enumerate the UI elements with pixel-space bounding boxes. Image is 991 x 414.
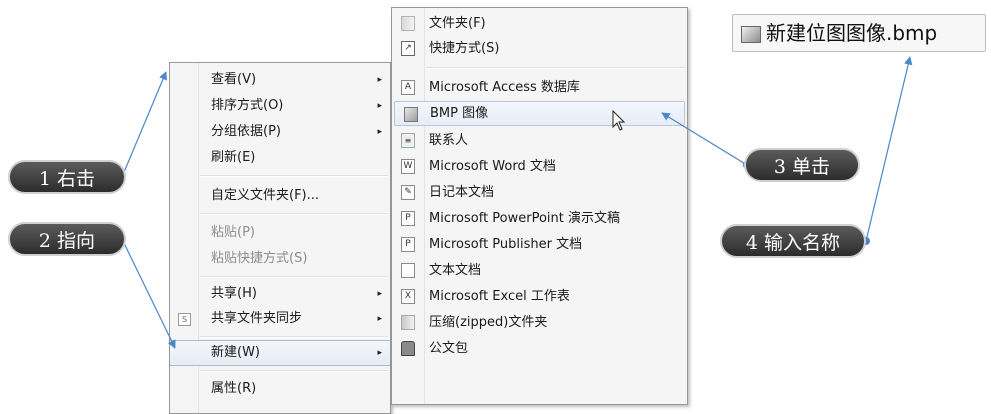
menu-item-shared-folder-sync[interactable]: S 共享文件夹同步 ▸: [170, 306, 390, 332]
menu-separator: [426, 67, 685, 69]
menu-item-properties[interactable]: 属性(R): [170, 376, 390, 402]
submenu-item-label: 文本文档: [429, 263, 482, 278]
bmp-image-icon: [404, 107, 418, 122]
contact-icon: ≡: [401, 133, 415, 148]
submenu-item-text-document[interactable]: 文本文档: [392, 258, 687, 283]
menu-separator: [200, 370, 388, 372]
submenu-item-zip-folder[interactable]: 压缩(zipped)文件夹: [392, 310, 687, 335]
callout-step-1: 1 右击: [8, 160, 126, 194]
submenu-item-folder[interactable]: 文件夹(F): [392, 11, 687, 36]
submenu-item-label: 公文包: [429, 341, 469, 356]
menu-item-paste[interactable]: 粘贴(P): [170, 220, 390, 246]
zip-folder-icon: [401, 315, 415, 330]
submenu-item-label: Microsoft PowerPoint 演示文稿: [429, 211, 621, 226]
submenu-item-label: 日记本文档: [429, 185, 495, 200]
menu-item-customize-folder[interactable]: 自定义文件夹(F)...: [170, 183, 390, 209]
menu-item-new[interactable]: 新建(W) ▸: [170, 340, 390, 366]
submenu-item-shortcut[interactable]: ↗ 快捷方式(S): [392, 36, 687, 61]
callout-step-4: 4 输入名称: [720, 224, 866, 258]
submenu-item-word[interactable]: W Microsoft Word 文档: [392, 154, 687, 179]
submenu-item-label: Microsoft Publisher 文档: [429, 237, 583, 252]
journal-icon: ✎: [401, 185, 415, 200]
submenu-arrow-icon: ▸: [377, 314, 382, 324]
menu-item-paste-shortcut[interactable]: 粘贴快捷方式(S): [170, 246, 390, 272]
context-menu: 查看(V) ▸ 排序方式(O) ▸ 分组依据(P) ▸ 刷新(E) 自定义文件夹…: [169, 62, 391, 414]
submenu-arrow-icon: ▸: [377, 75, 382, 85]
menu-item-label: 共享文件夹同步: [211, 311, 303, 326]
shortcut-icon: ↗: [401, 41, 415, 56]
publisher-icon: P: [401, 237, 415, 252]
submenu-item-access[interactable]: A Microsoft Access 数据库: [392, 75, 687, 100]
submenu-arrow-icon: ▸: [377, 348, 382, 358]
menu-item-refresh[interactable]: 刷新(E): [170, 145, 390, 171]
excel-icon: X: [401, 289, 415, 304]
callout-step-2: 2 指向: [8, 222, 126, 256]
menu-separator: [200, 213, 388, 215]
menu-item-label: 共享(H): [211, 286, 257, 301]
callout-step-3: 3 单击: [744, 148, 860, 182]
menu-item-label: 排序方式(O): [211, 98, 284, 113]
submenu-item-label: Microsoft Word 文档: [429, 159, 556, 174]
bmp-file-icon: [741, 26, 761, 43]
menu-item-label: 粘贴快捷方式(S): [211, 251, 308, 266]
arrow-to-new-item: [121, 238, 176, 349]
menu-item-group-by[interactable]: 分组依据(P) ▸: [170, 119, 390, 145]
menu-item-label: 分组依据(P): [211, 124, 281, 139]
menu-item-sort-by[interactable]: 排序方式(O) ▸: [170, 93, 390, 119]
menu-item-view[interactable]: 查看(V) ▸: [170, 67, 390, 93]
renamed-file-item[interactable]: 新建位图图像.bmp: [732, 14, 986, 52]
menu-item-label: 属性(R): [211, 381, 257, 396]
arrow-to-file-name: [865, 56, 913, 242]
file-name-input[interactable]: 新建位图图像.bmp: [766, 19, 937, 47]
submenu-item-briefcase[interactable]: 公文包: [392, 336, 687, 361]
menu-item-label: 自定义文件夹(F)...: [211, 188, 320, 203]
submenu-item-publisher[interactable]: P Microsoft Publisher 文档: [392, 232, 687, 257]
submenu-item-excel[interactable]: X Microsoft Excel 工作表: [392, 284, 687, 309]
word-icon: W: [401, 159, 415, 174]
submenu-item-label: 快捷方式(S): [429, 41, 500, 56]
powerpoint-icon: P: [401, 211, 415, 226]
menu-item-label: 查看(V): [211, 72, 257, 87]
submenu-item-journal[interactable]: ✎ 日记本文档: [392, 180, 687, 205]
mouse-cursor-icon: [612, 110, 626, 131]
submenu-item-contact[interactable]: ≡ 联系人: [392, 128, 687, 153]
menu-separator: [200, 175, 388, 177]
submenu-arrow-icon: ▸: [377, 289, 382, 299]
folder-icon: [401, 16, 415, 31]
new-submenu: 文件夹(F) ↗ 快捷方式(S) A Microsoft Access 数据库 …: [391, 7, 688, 405]
submenu-arrow-icon: ▸: [377, 101, 382, 111]
menu-item-label: 新建(W): [211, 345, 260, 360]
submenu-arrow-icon: ▸: [377, 127, 382, 137]
submenu-item-label: Microsoft Access 数据库: [429, 80, 580, 95]
menu-item-share[interactable]: 共享(H) ▸: [170, 281, 390, 307]
submenu-item-label: 压缩(zipped)文件夹: [429, 315, 548, 330]
access-icon: A: [401, 80, 415, 95]
submenu-item-label: Microsoft Excel 工作表: [429, 289, 570, 304]
submenu-item-label: 联系人: [429, 133, 469, 148]
submenu-item-label: BMP 图像: [430, 106, 489, 121]
briefcase-icon: [401, 341, 415, 356]
menu-separator: [200, 276, 388, 278]
sync-icon: S: [178, 313, 191, 326]
submenu-item-label: 文件夹(F): [429, 16, 486, 31]
menu-item-label: 刷新(E): [211, 150, 256, 165]
menu-item-label: 粘贴(P): [211, 225, 255, 240]
submenu-item-bmp-image[interactable]: BMP 图像: [394, 101, 685, 126]
text-document-icon: [401, 263, 415, 278]
arrow-to-menu: [121, 71, 167, 178]
menu-separator: [200, 336, 388, 338]
submenu-item-powerpoint[interactable]: P Microsoft PowerPoint 演示文稿: [392, 206, 687, 231]
